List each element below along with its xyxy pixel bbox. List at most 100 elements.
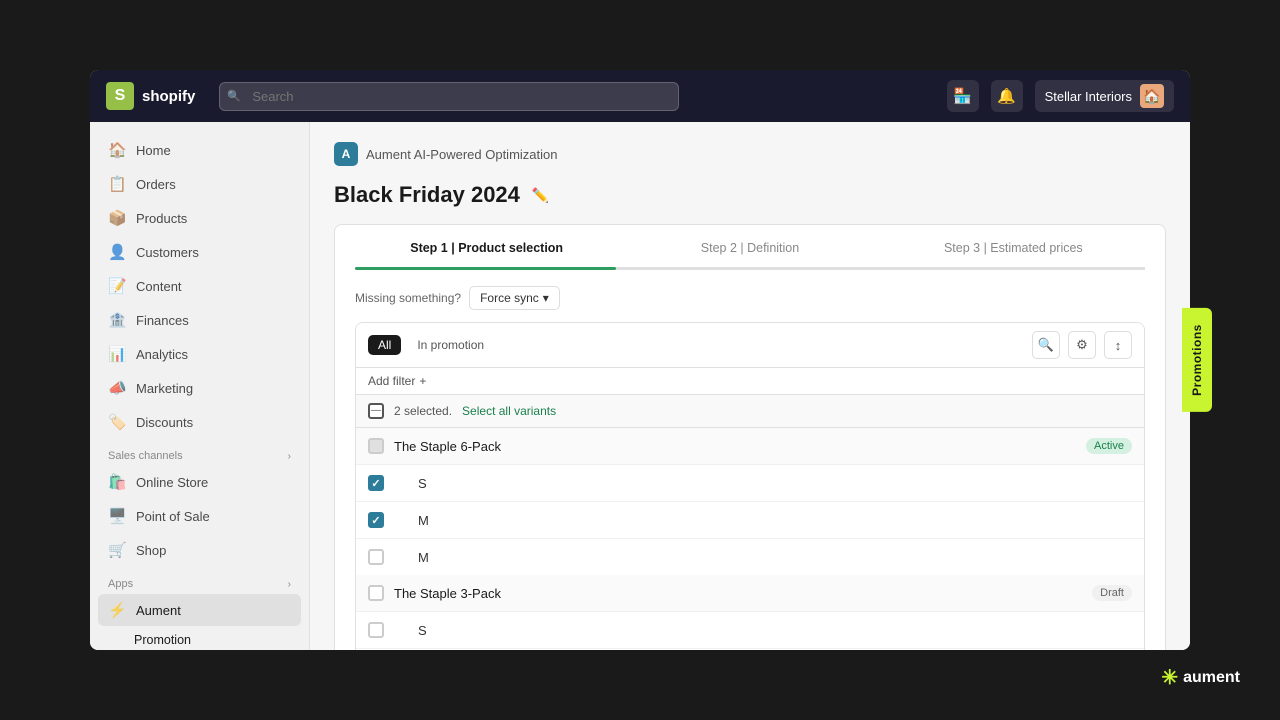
promotions-side-tab[interactable]: Promotions [1182, 308, 1212, 412]
product-2-checkbox[interactable] [368, 585, 384, 601]
store-selector-btn[interactable]: Stellar Interiors 🏠 [1035, 80, 1174, 112]
variant-s1-name: S [394, 476, 1132, 491]
selection-count: 2 selected. [394, 404, 452, 418]
variant-s2-checkbox[interactable] [368, 622, 384, 638]
sidebar-item-customers[interactable]: 👤 Customers [98, 236, 301, 268]
aument-app-logo: A [334, 142, 358, 166]
sidebar-label-home: Home [136, 143, 171, 158]
marketing-icon: 📣 [108, 379, 126, 397]
store-avatar: 🏠 [1140, 84, 1164, 108]
product-1-variant-m1[interactable]: M [356, 502, 1144, 539]
sidebar-label-products: Products [136, 211, 187, 226]
page-title: Black Friday 2024 [334, 182, 520, 208]
sidebar-label-orders: Orders [136, 177, 176, 192]
notification-btn[interactable]: 🔔 [991, 80, 1023, 112]
app-header: A Aument AI-Powered Optimization [334, 142, 1166, 166]
variant-s2-name: S [394, 623, 1132, 638]
content-area: A Aument AI-Powered Optimization Black F… [310, 122, 1190, 650]
sidebar-label-online-store: Online Store [136, 475, 208, 490]
table-icons: 🔍 ⚙ ↕ [1032, 331, 1132, 359]
selection-bar: 2 selected. Select all variants [356, 395, 1144, 428]
sidebar-item-content[interactable]: 📝 Content [98, 270, 301, 302]
sidebar-item-aument[interactable]: ⚡ Aument [98, 594, 301, 626]
search-products-btn[interactable]: 🔍 [1032, 331, 1060, 359]
select-all-checkbox[interactable] [368, 403, 384, 419]
content-icon: 📝 [108, 277, 126, 295]
app-header-title: Aument AI-Powered Optimization [366, 147, 557, 162]
promotions-tab-label: Promotions [1190, 324, 1204, 396]
add-filter-icon: + [419, 374, 426, 388]
apps-section: Apps › [98, 568, 301, 594]
product-1-variant-s[interactable]: S [356, 465, 1144, 502]
variant-m2-checkbox[interactable] [368, 549, 384, 565]
search-input[interactable] [219, 82, 679, 111]
steps-body: Missing something? Force sync ▾ All [335, 270, 1165, 650]
sidebar-item-analytics[interactable]: 📊 Analytics [98, 338, 301, 370]
products-icon: 📦 [108, 209, 126, 227]
apps-chevron: › [288, 579, 291, 590]
sidebar-item-pos[interactable]: 🖥️ Point of Sale [98, 500, 301, 532]
filter-bar: Missing something? Force sync ▾ [355, 286, 1145, 310]
product-1-name: The Staple 6-Pack [394, 439, 1076, 454]
force-sync-chevron: ▾ [543, 291, 549, 305]
store-name: Stellar Interiors [1045, 89, 1132, 104]
sidebar-item-discounts[interactable]: 🏷️ Discounts [98, 406, 301, 438]
sidebar-item-marketing[interactable]: 📣 Marketing [98, 372, 301, 404]
product-row-1-header[interactable]: The Staple 6-Pack Active [356, 428, 1144, 465]
variant-m1-checkbox[interactable] [368, 512, 384, 528]
store-icon-btn[interactable]: 🏪 [947, 80, 979, 112]
product-1-checkbox[interactable] [368, 438, 384, 454]
select-all-variants-link[interactable]: Select all variants [462, 404, 556, 418]
top-nav: S shopify 🏪 🔔 Stellar Interiors 🏠 [90, 70, 1190, 122]
sidebar-item-home[interactable]: 🏠 Home [98, 134, 301, 166]
search-bar [219, 82, 679, 111]
sort-products-btn[interactable]: ↕ [1104, 331, 1132, 359]
step-2[interactable]: Step 2 | Definition [618, 241, 881, 267]
sidebar-item-finances[interactable]: 🏦 Finances [98, 304, 301, 336]
force-sync-button[interactable]: Force sync ▾ [469, 286, 560, 310]
sidebar-item-products[interactable]: 📦 Products [98, 202, 301, 234]
home-icon: 🏠 [108, 141, 126, 159]
sidebar-label-pos: Point of Sale [136, 509, 210, 524]
product-1-variant-m2[interactable]: M [356, 539, 1144, 575]
sales-channels-chevron: › [288, 451, 291, 462]
product-2-name: The Staple 3-Pack [394, 586, 1082, 601]
variant-s1-checkbox[interactable] [368, 475, 384, 491]
aument-star-icon: ✳ [1161, 665, 1178, 690]
sidebar-label-promotion: Promotion [134, 633, 191, 647]
product-table: All In promotion 🔍 ⚙ ↕ Add filter [355, 322, 1145, 650]
shopify-logo-text: shopify [142, 88, 195, 105]
steps-container: Step 1 | Product selection Step 2 | Defi… [334, 224, 1166, 650]
sidebar-item-orders[interactable]: 📋 Orders [98, 168, 301, 200]
steps-header: Step 1 | Product selection Step 2 | Defi… [335, 225, 1165, 267]
edit-title-button[interactable]: ✏️ [530, 185, 551, 206]
tab-in-promotion[interactable]: In promotion [409, 335, 492, 355]
sidebar-sub-item-promotion[interactable]: Promotion [98, 628, 301, 650]
filter-products-btn[interactable]: ⚙ [1068, 331, 1096, 359]
step-1[interactable]: Step 1 | Product selection [355, 241, 618, 267]
missing-text: Missing something? [355, 291, 461, 305]
shopify-logo-icon: S [106, 82, 134, 110]
product-2-variant-m[interactable]: M [356, 649, 1144, 650]
sidebar-label-discounts: Discounts [136, 415, 193, 430]
variant-m1-name: M [394, 513, 1132, 528]
page-header: Black Friday 2024 ✏️ [334, 182, 1166, 208]
add-filter-label: Add filter [368, 374, 415, 388]
online-store-icon: 🛍️ [108, 473, 126, 491]
add-filter-button[interactable]: Add filter + [356, 368, 1144, 395]
finances-icon: 🏦 [108, 311, 126, 329]
sales-channels-section: Sales channels › [98, 440, 301, 466]
step-3[interactable]: Step 3 | Estimated prices [882, 241, 1145, 267]
analytics-icon: 📊 [108, 345, 126, 363]
product-2-variant-s[interactable]: S [356, 612, 1144, 649]
sidebar-label-marketing: Marketing [136, 381, 193, 396]
logo-area: S shopify [106, 82, 195, 110]
sidebar-item-online-store[interactable]: 🛍️ Online Store [98, 466, 301, 498]
main-layout: 🏠 Home 📋 Orders 📦 Products 👤 Customers 📝 [90, 122, 1190, 650]
product-row-2-header[interactable]: The Staple 3-Pack Draft [356, 575, 1144, 612]
tab-all[interactable]: All [368, 335, 401, 355]
force-sync-label: Force sync [480, 291, 539, 305]
outer-wrapper: S shopify 🏪 🔔 Stellar Interiors 🏠 [0, 0, 1280, 720]
sidebar-item-shop[interactable]: 🛒 Shop [98, 534, 301, 566]
aument-icon: ⚡ [108, 601, 126, 619]
